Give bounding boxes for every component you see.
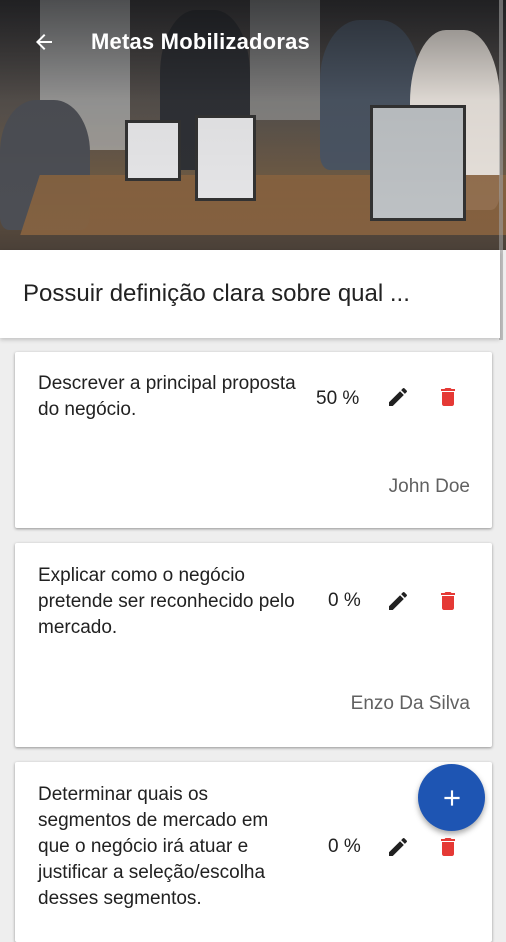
pencil-icon xyxy=(389,591,408,610)
add-task-button[interactable] xyxy=(418,764,485,831)
arrow-back-icon xyxy=(36,34,52,50)
task-owner: John Doe xyxy=(388,476,470,497)
task-owner: Enzo Da Silva xyxy=(350,693,470,714)
plus-icon xyxy=(443,789,460,806)
edit-button[interactable] xyxy=(383,382,413,412)
delete-button[interactable] xyxy=(433,832,463,862)
delete-button[interactable] xyxy=(433,382,463,412)
back-button[interactable] xyxy=(22,20,66,64)
pencil-icon xyxy=(389,387,408,406)
task-description: Explicar como o negócio pretende ser rec… xyxy=(38,565,295,638)
trash-icon xyxy=(441,592,455,610)
edit-button[interactable] xyxy=(383,832,413,862)
page-title: Metas Mobilizadoras xyxy=(91,29,310,54)
app-bar: Metas Mobilizadoras xyxy=(0,0,506,84)
task-description: Determinar quais os segmentos de mercado… xyxy=(38,784,269,909)
task-card[interactable]: Explicar como o negócio pretende ser rec… xyxy=(15,543,492,747)
task-progress: 0 % xyxy=(328,590,361,611)
goal-header: Possuir definição clara sobre qual ... xyxy=(0,250,500,338)
task-progress: 0 % xyxy=(328,836,361,857)
delete-button[interactable] xyxy=(433,586,463,616)
pencil-icon xyxy=(389,837,408,856)
task-progress: 50 % xyxy=(316,388,360,409)
task-description: Descrever a principal proposta do negóci… xyxy=(38,373,296,420)
edit-button[interactable] xyxy=(383,586,413,616)
trash-icon xyxy=(441,838,455,856)
trash-icon xyxy=(441,388,455,406)
goal-title: Possuir definição clara sobre qual ... xyxy=(23,280,410,307)
task-card[interactable]: Descrever a principal proposta do negóci… xyxy=(15,352,492,528)
